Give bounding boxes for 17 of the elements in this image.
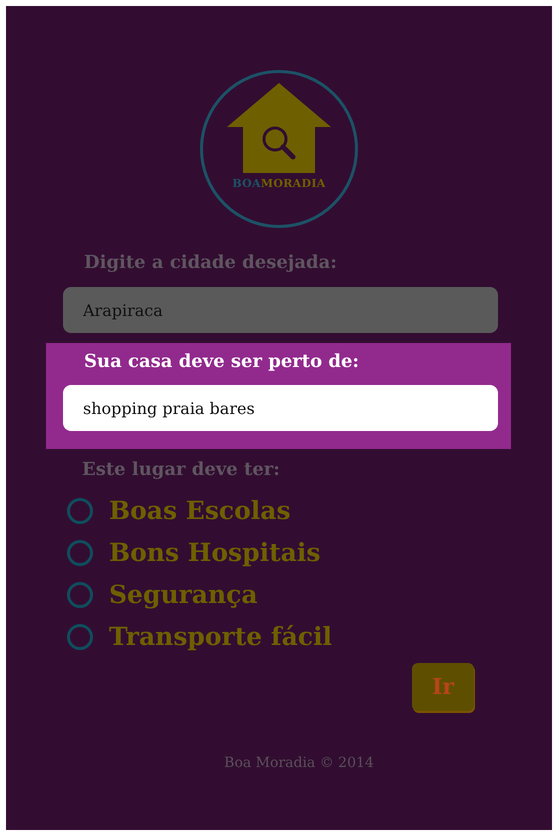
near-label: Sua casa deve ser perto de: <box>84 351 360 372</box>
go-button[interactable]: Ir <box>412 663 474 711</box>
radio-button[interactable] <box>67 540 93 566</box>
option-label[interactable]: Segurança <box>109 580 258 609</box>
option-label[interactable]: Bons Hospitais <box>109 538 320 567</box>
footer-text: Boa Moradia © 2014 <box>224 755 374 771</box>
near-input-field[interactable]: shopping praia bares <box>63 385 498 431</box>
features-label: Este lugar deve ter: <box>82 459 281 480</box>
radio-button[interactable] <box>67 582 93 608</box>
option-label[interactable]: Transporte fácil <box>109 622 332 651</box>
radio-button[interactable] <box>67 624 93 650</box>
city-input-field[interactable]: Arapiraca <box>63 287 498 333</box>
radio-button[interactable] <box>67 498 93 524</box>
option-label[interactable]: Boas Escolas <box>109 496 291 525</box>
city-label: Digite a cidade desejada: <box>84 252 338 273</box>
logo-wordmark: BOAMORADIA <box>232 177 326 190</box>
house-search-icon <box>227 83 331 173</box>
